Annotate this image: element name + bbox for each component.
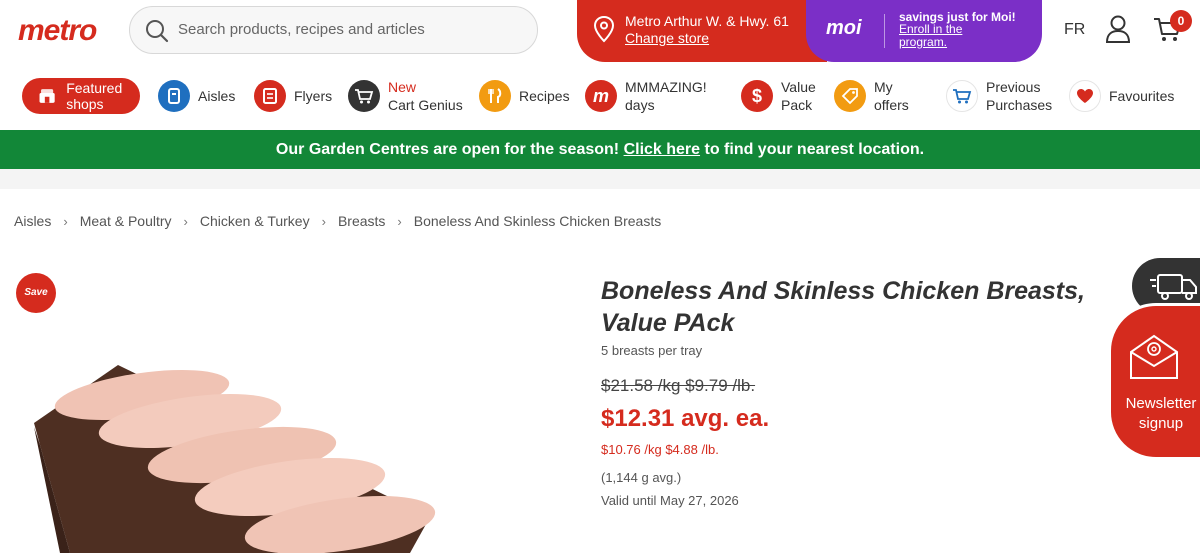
moi-program-block[interactable]: moi savings just for Moi! Enroll in the … <box>806 0 1042 62</box>
mmmazing-line2: days <box>625 97 655 113</box>
nav-label-previous-purchases: Previous Purchases <box>986 78 1052 114</box>
average-weight: (1,144 g avg.) <box>601 470 682 485</box>
chevron-right-icon: › <box>63 213 68 229</box>
breadcrumb-aisles[interactable]: Aisles <box>14 213 51 229</box>
main-nav: Featured shops Aisles Flyers New Cart Ge… <box>0 70 1200 126</box>
nav-label-cart-genius: New Cart Genius <box>388 78 463 114</box>
nav-item-cart-genius[interactable]: New Cart Genius <box>348 70 463 122</box>
nav-item-previous-purchases[interactable]: Previous Purchases <box>946 70 1052 122</box>
breadcrumb-chicken-turkey[interactable]: Chicken & Turkey <box>200 213 310 229</box>
previous-purchases-icon <box>946 80 978 112</box>
nav-item-flyers[interactable]: Flyers <box>254 70 332 122</box>
heart-icon <box>1069 80 1101 112</box>
valid-until: Valid until May 27, 2026 <box>601 493 739 508</box>
banner-text-end: to find your nearest location. <box>700 141 925 158</box>
nav-label-recipes: Recipes <box>519 88 570 104</box>
garden-centre-banner: Our Garden Centres are open for the seas… <box>0 130 1200 169</box>
banner-link[interactable]: Click here <box>624 141 700 158</box>
breadcrumb: Aisles › Meat & Poultry › Chicken & Turk… <box>14 213 661 229</box>
sale-price: $12.31 avg. ea. <box>601 405 770 432</box>
my-offers-line2: offers <box>874 97 909 113</box>
metro-logo[interactable]: metro <box>18 14 97 48</box>
nav-label-mmmazing: MMMAZING! days <box>625 78 707 114</box>
nav-label-aisles: Aisles <box>198 88 236 104</box>
flyers-icon <box>254 80 286 112</box>
value-pack-line2: Pack <box>781 97 813 113</box>
previous-purchases-line2: Purchases <box>986 97 1053 113</box>
store-name: Metro Arthur W. & Hwy. 61 <box>625 13 789 29</box>
featured-shops-button[interactable]: Featured shops <box>22 78 140 114</box>
nav-item-favourites[interactable]: Favourites <box>1069 70 1174 122</box>
product-title: Boneless And Skinless Chicken Breasts, V… <box>601 277 1085 337</box>
newsletter-label: Newsletter signup <box>1125 395 1197 432</box>
product-image[interactable] <box>30 355 440 553</box>
section-divider <box>0 169 1200 189</box>
search-bar[interactable]: Search products, recipes and articles <box>129 6 538 54</box>
nav-label-value-pack: Value Pack <box>781 78 816 114</box>
unit-price: $10.76 /kg $4.88 /lb. <box>601 442 719 457</box>
shop-icon <box>39 89 55 103</box>
nav-label-favourites: Favourites <box>1109 88 1175 104</box>
previous-purchases-line1: Previous <box>986 79 1041 95</box>
value-pack-icon: $ <box>741 80 773 112</box>
store-selector[interactable]: Metro Arthur W. & Hwy. 61 Change store <box>577 0 827 62</box>
moi-enroll-link[interactable]: Enroll in the program. <box>899 23 989 49</box>
breadcrumb-breasts[interactable]: Breasts <box>338 213 385 229</box>
value-pack-line1: Value <box>781 79 816 95</box>
new-tag: New <box>388 79 417 95</box>
banner-text: Our Garden Centres are open for the seas… <box>275 141 624 158</box>
header: metro Search products, recipes and artic… <box>0 0 1200 62</box>
user-account-icon[interactable] <box>1104 14 1132 44</box>
nav-item-aisles[interactable]: Aisles <box>158 70 235 122</box>
breadcrumb-current: Boneless And Skinless Chicken Breasts <box>413 213 662 229</box>
moi-logo: moi <box>826 17 862 39</box>
search-input[interactable]: Search products, recipes and articles <box>178 21 425 38</box>
nav-item-mmmazing[interactable]: m MMMAZING! days <box>585 70 707 122</box>
chevron-right-icon: › <box>397 213 402 229</box>
aisles-icon <box>158 80 190 112</box>
envelope-icon <box>1130 334 1178 379</box>
regular-price: $21.58 /kg $9.79 /lb. <box>601 376 756 395</box>
offers-icon <box>834 80 866 112</box>
chevron-right-icon: › <box>321 213 326 229</box>
recipes-icon <box>479 80 511 112</box>
moi-divider <box>884 14 885 48</box>
save-badge: Save <box>16 273 56 313</box>
chevron-right-icon: › <box>183 213 188 229</box>
cart-genius-text: Cart Genius <box>388 97 463 113</box>
change-store-link[interactable]: Change store <box>625 30 709 46</box>
location-pin-icon <box>593 15 615 43</box>
nav-label-flyers: Flyers <box>294 88 333 104</box>
mmmazing-icon: m <box>585 80 617 112</box>
search-icon <box>146 20 169 43</box>
mmmazing-line1: MMMAZING! <box>625 79 707 95</box>
product-subtitle: 5 breasts per tray <box>601 343 703 358</box>
language-toggle[interactable]: FR <box>1064 21 1085 39</box>
cart-count-badge: 0 <box>1170 10 1192 32</box>
nav-item-my-offers[interactable]: My offers <box>834 70 909 122</box>
breadcrumb-meat-poultry[interactable]: Meat & Poultry <box>80 213 172 229</box>
featured-shops-label: Featured shops <box>66 80 123 112</box>
nav-label-my-offers: My offers <box>874 78 909 114</box>
cart-genius-icon <box>348 80 380 112</box>
newsletter-signup-button[interactable]: Newsletter signup <box>1108 303 1200 460</box>
nav-item-recipes[interactable]: Recipes <box>479 70 570 122</box>
my-offers-line1: My <box>874 79 893 95</box>
nav-item-value-pack[interactable]: $ Value Pack <box>741 70 816 122</box>
delivery-truck-icon <box>1150 274 1197 300</box>
